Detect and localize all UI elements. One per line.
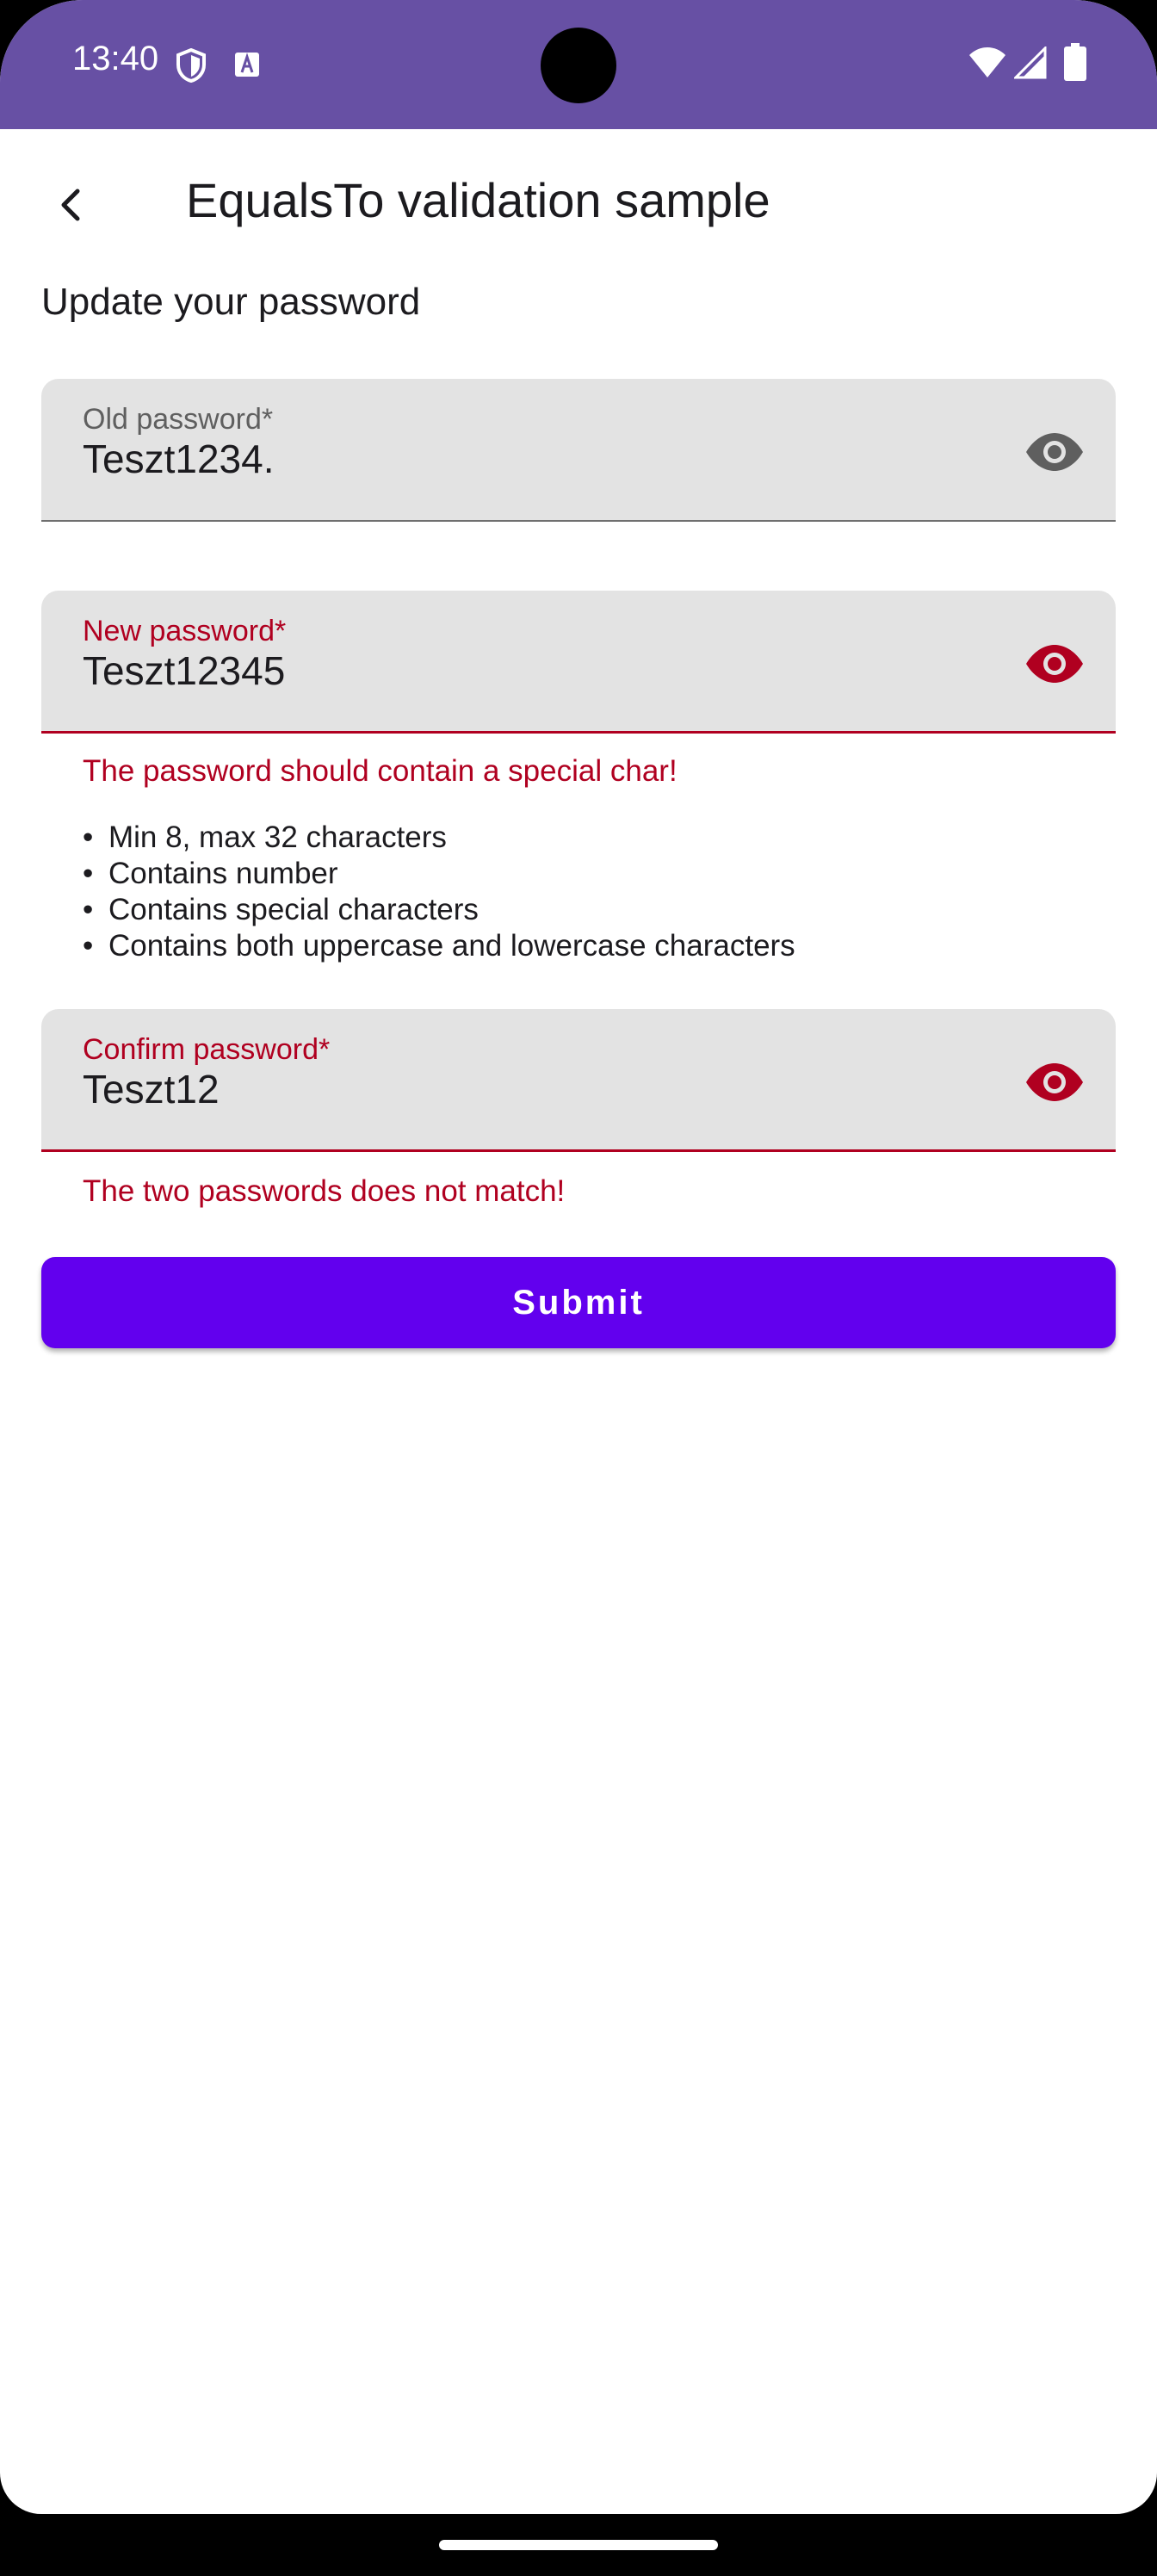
list-item: • Contains number [83, 857, 338, 890]
camera-cutout [541, 28, 616, 103]
battery-icon [1064, 43, 1086, 81]
confirm-password-error: The two passwords does not match! [83, 1174, 566, 1208]
confirm-password-visibility-toggle[interactable] [1024, 1052, 1085, 1112]
navigation-handle[interactable] [439, 2540, 718, 2550]
old-password-label: Old password* [83, 403, 274, 436]
confirm-password-value[interactable]: Teszt12 [83, 1066, 220, 1112]
confirm-password-field[interactable]: Confirm password* Teszt12 [41, 1009, 1116, 1152]
page-title: EqualsTo validation sample [186, 173, 770, 227]
new-password-error: The password should contain a special ch… [83, 754, 677, 788]
back-button[interactable] [34, 167, 110, 243]
list-item: • Contains both uppercase and lowercase c… [83, 929, 795, 963]
app-bar: EqualsTo validation sample [0, 129, 1157, 274]
old-password-visibility-toggle[interactable] [1024, 422, 1085, 482]
eye-icon [1026, 1063, 1083, 1101]
list-item: • Min 8, max 32 characters [83, 820, 447, 854]
old-password-value[interactable]: Teszt1234. [83, 436, 274, 482]
old-password-field[interactable]: Old password* Teszt1234. [41, 379, 1116, 522]
status-bar: 13:40 [0, 0, 1157, 129]
confirm-password-label: Confirm password* [83, 1033, 331, 1066]
section-title: Update your password [41, 281, 421, 323]
submit-button[interactable]: Submit [41, 1257, 1116, 1348]
chevron-left-icon [61, 189, 80, 221]
list-item: • Contains special characters [83, 893, 479, 926]
eye-icon [1026, 433, 1083, 471]
eye-icon [1026, 645, 1083, 683]
new-password-field[interactable]: New password* Teszt12345 [41, 591, 1116, 734]
wifi-icon [969, 47, 1005, 77]
text-a-icon [235, 53, 259, 77]
screen: 13:40 EqualsTo validation sample Update … [0, 0, 1157, 2514]
new-password-visibility-toggle[interactable] [1024, 634, 1085, 694]
status-time: 13:40 [72, 40, 159, 77]
shield-icon [176, 48, 206, 83]
new-password-value[interactable]: Teszt12345 [83, 647, 285, 694]
password-rules-list: • Min 8, max 32 characters • Contains numb… [83, 820, 795, 964]
signal-icon [1014, 46, 1047, 79]
new-password-label: New password* [83, 615, 287, 647]
